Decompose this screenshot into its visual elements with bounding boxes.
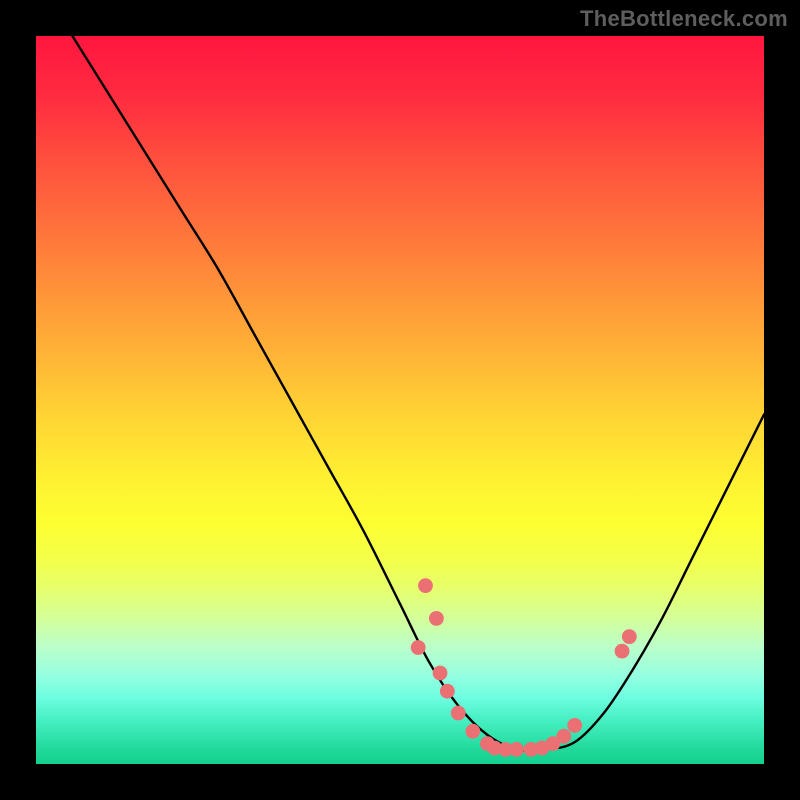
data-point (465, 724, 480, 739)
plot-area (36, 36, 764, 764)
data-points (411, 578, 637, 757)
data-point (451, 706, 466, 721)
data-point (567, 718, 582, 733)
data-point (440, 684, 455, 699)
chart-container: TheBottleneck.com (0, 0, 800, 800)
data-point (509, 742, 524, 757)
data-point (556, 729, 571, 744)
plot-svg (36, 36, 764, 764)
data-point (622, 629, 637, 644)
data-point (429, 611, 444, 626)
data-point (433, 666, 448, 681)
data-point (411, 640, 426, 655)
data-point (418, 578, 433, 593)
watermark-text: TheBottleneck.com (580, 6, 788, 32)
data-point (615, 644, 630, 659)
